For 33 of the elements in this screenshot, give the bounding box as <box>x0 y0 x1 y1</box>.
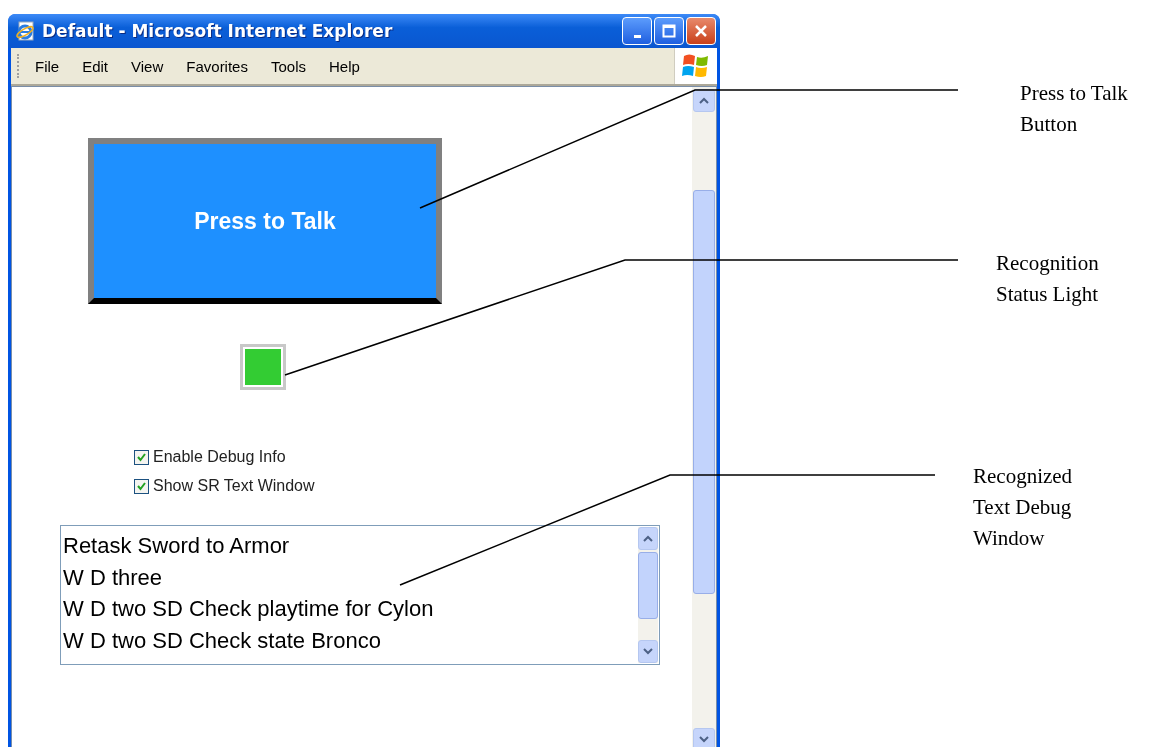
status-light <box>240 344 286 390</box>
menu-item[interactable]: Help <box>329 57 360 75</box>
callout-label: Press to Talk Button <box>1020 80 1128 138</box>
scrollbar-thumb[interactable] <box>693 190 715 594</box>
scroll-down-icon[interactable] <box>638 640 658 663</box>
scroll-up-icon[interactable] <box>693 89 715 112</box>
callout-label: Recognized Text Debug Window <box>973 463 1073 552</box>
maximize-button[interactable] <box>654 17 684 45</box>
menu-item[interactable]: File <box>35 57 60 75</box>
recognized-text-line: W D two SD Check state Bronco <box>63 626 382 655</box>
ie-logo-icon <box>16 21 36 41</box>
menu-item[interactable]: Tools <box>270 57 306 75</box>
checkbox-label: Enable Debug Info <box>153 448 286 466</box>
callout-label: Recognition Status Light <box>996 250 1099 308</box>
close-button[interactable] <box>686 17 716 45</box>
recognized-text-line: W D two SD Check playtime for Cylon <box>63 595 435 623</box>
menu-item[interactable]: Favorites <box>186 57 248 75</box>
checkbox[interactable] <box>134 449 149 465</box>
close-icon <box>694 24 708 38</box>
scroll-down-icon[interactable] <box>693 728 715 747</box>
menu-item[interactable]: Edit <box>82 57 109 75</box>
maximize-icon <box>662 24 676 38</box>
scrollbar-thumb[interactable] <box>638 552 658 619</box>
recognized-text-line: Retask Sword to Armor <box>63 532 291 560</box>
checkbox[interactable] <box>134 478 149 494</box>
window-title: Default - Microsoft Internet Explorer <box>42 21 394 41</box>
minimize-icon <box>633 34 641 38</box>
menu-item[interactable]: View <box>131 57 164 75</box>
recognized-text-line: W D three <box>63 563 164 592</box>
recognized-text-box[interactable]: Retask Sword to Armor W D three W D two SD Check playtime for Cylon W D two SD Check state Bronco <box>60 525 660 665</box>
checkbox-label: Show SR Text Window <box>153 477 315 495</box>
windows-flag-icon <box>682 53 710 79</box>
minimize-button[interactable] <box>622 17 652 45</box>
